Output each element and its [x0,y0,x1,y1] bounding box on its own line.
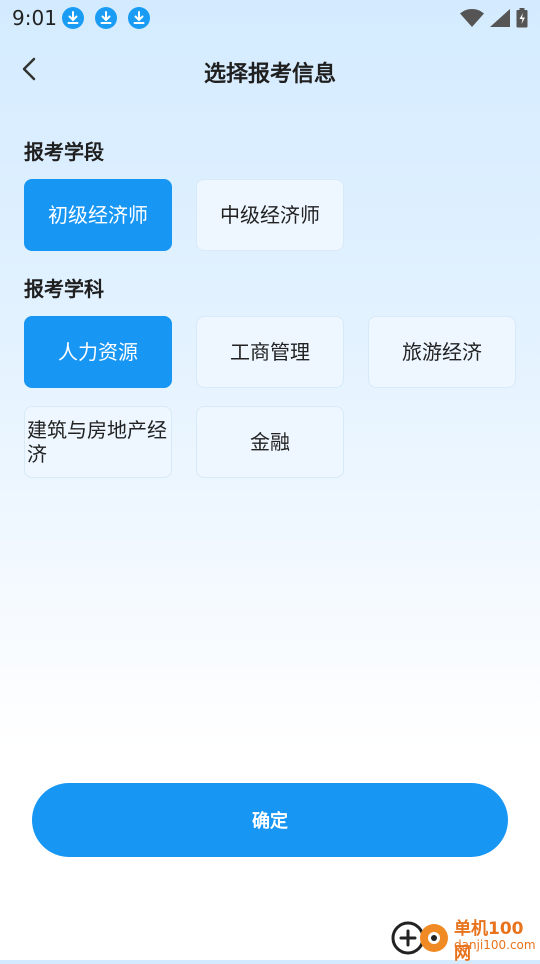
cell-signal-icon [490,9,510,27]
status-bar: 9:01 [0,0,540,36]
page-title: 选择报考信息 [203,62,336,87]
subject-option-finance[interactable]: 金融 [196,406,344,478]
confirm-button[interactable]: 确定 [32,783,508,857]
system-icons [460,7,528,29]
stage-section-label: 报考学段 [24,140,104,164]
battery-icon [516,8,528,28]
download-notification-icon [95,7,117,29]
watermark: 单机100网 danji100.com [388,910,538,964]
wifi-icon [460,9,484,27]
watermark-logo-icon [391,921,448,955]
stage-option-intermediate[interactable]: 中级经济师 [196,179,344,251]
download-notification-icon [128,7,150,29]
subject-option-construction-real-estate[interactable]: 建筑与房地产经济 [24,406,172,478]
header-bar: 选择报考信息 [0,44,540,96]
status-time: 9:01 [12,6,57,30]
subject-section-label: 报考学科 [24,277,104,301]
stage-option-junior[interactable]: 初级经济师 [24,179,172,251]
watermark-domain: danji100.com [454,938,536,952]
download-notification-icon [62,7,84,29]
subject-option-human-resources[interactable]: 人力资源 [24,316,172,388]
subject-option-business-admin[interactable]: 工商管理 [196,316,344,388]
subject-option-tourism-economics[interactable]: 旅游经济 [368,316,516,388]
